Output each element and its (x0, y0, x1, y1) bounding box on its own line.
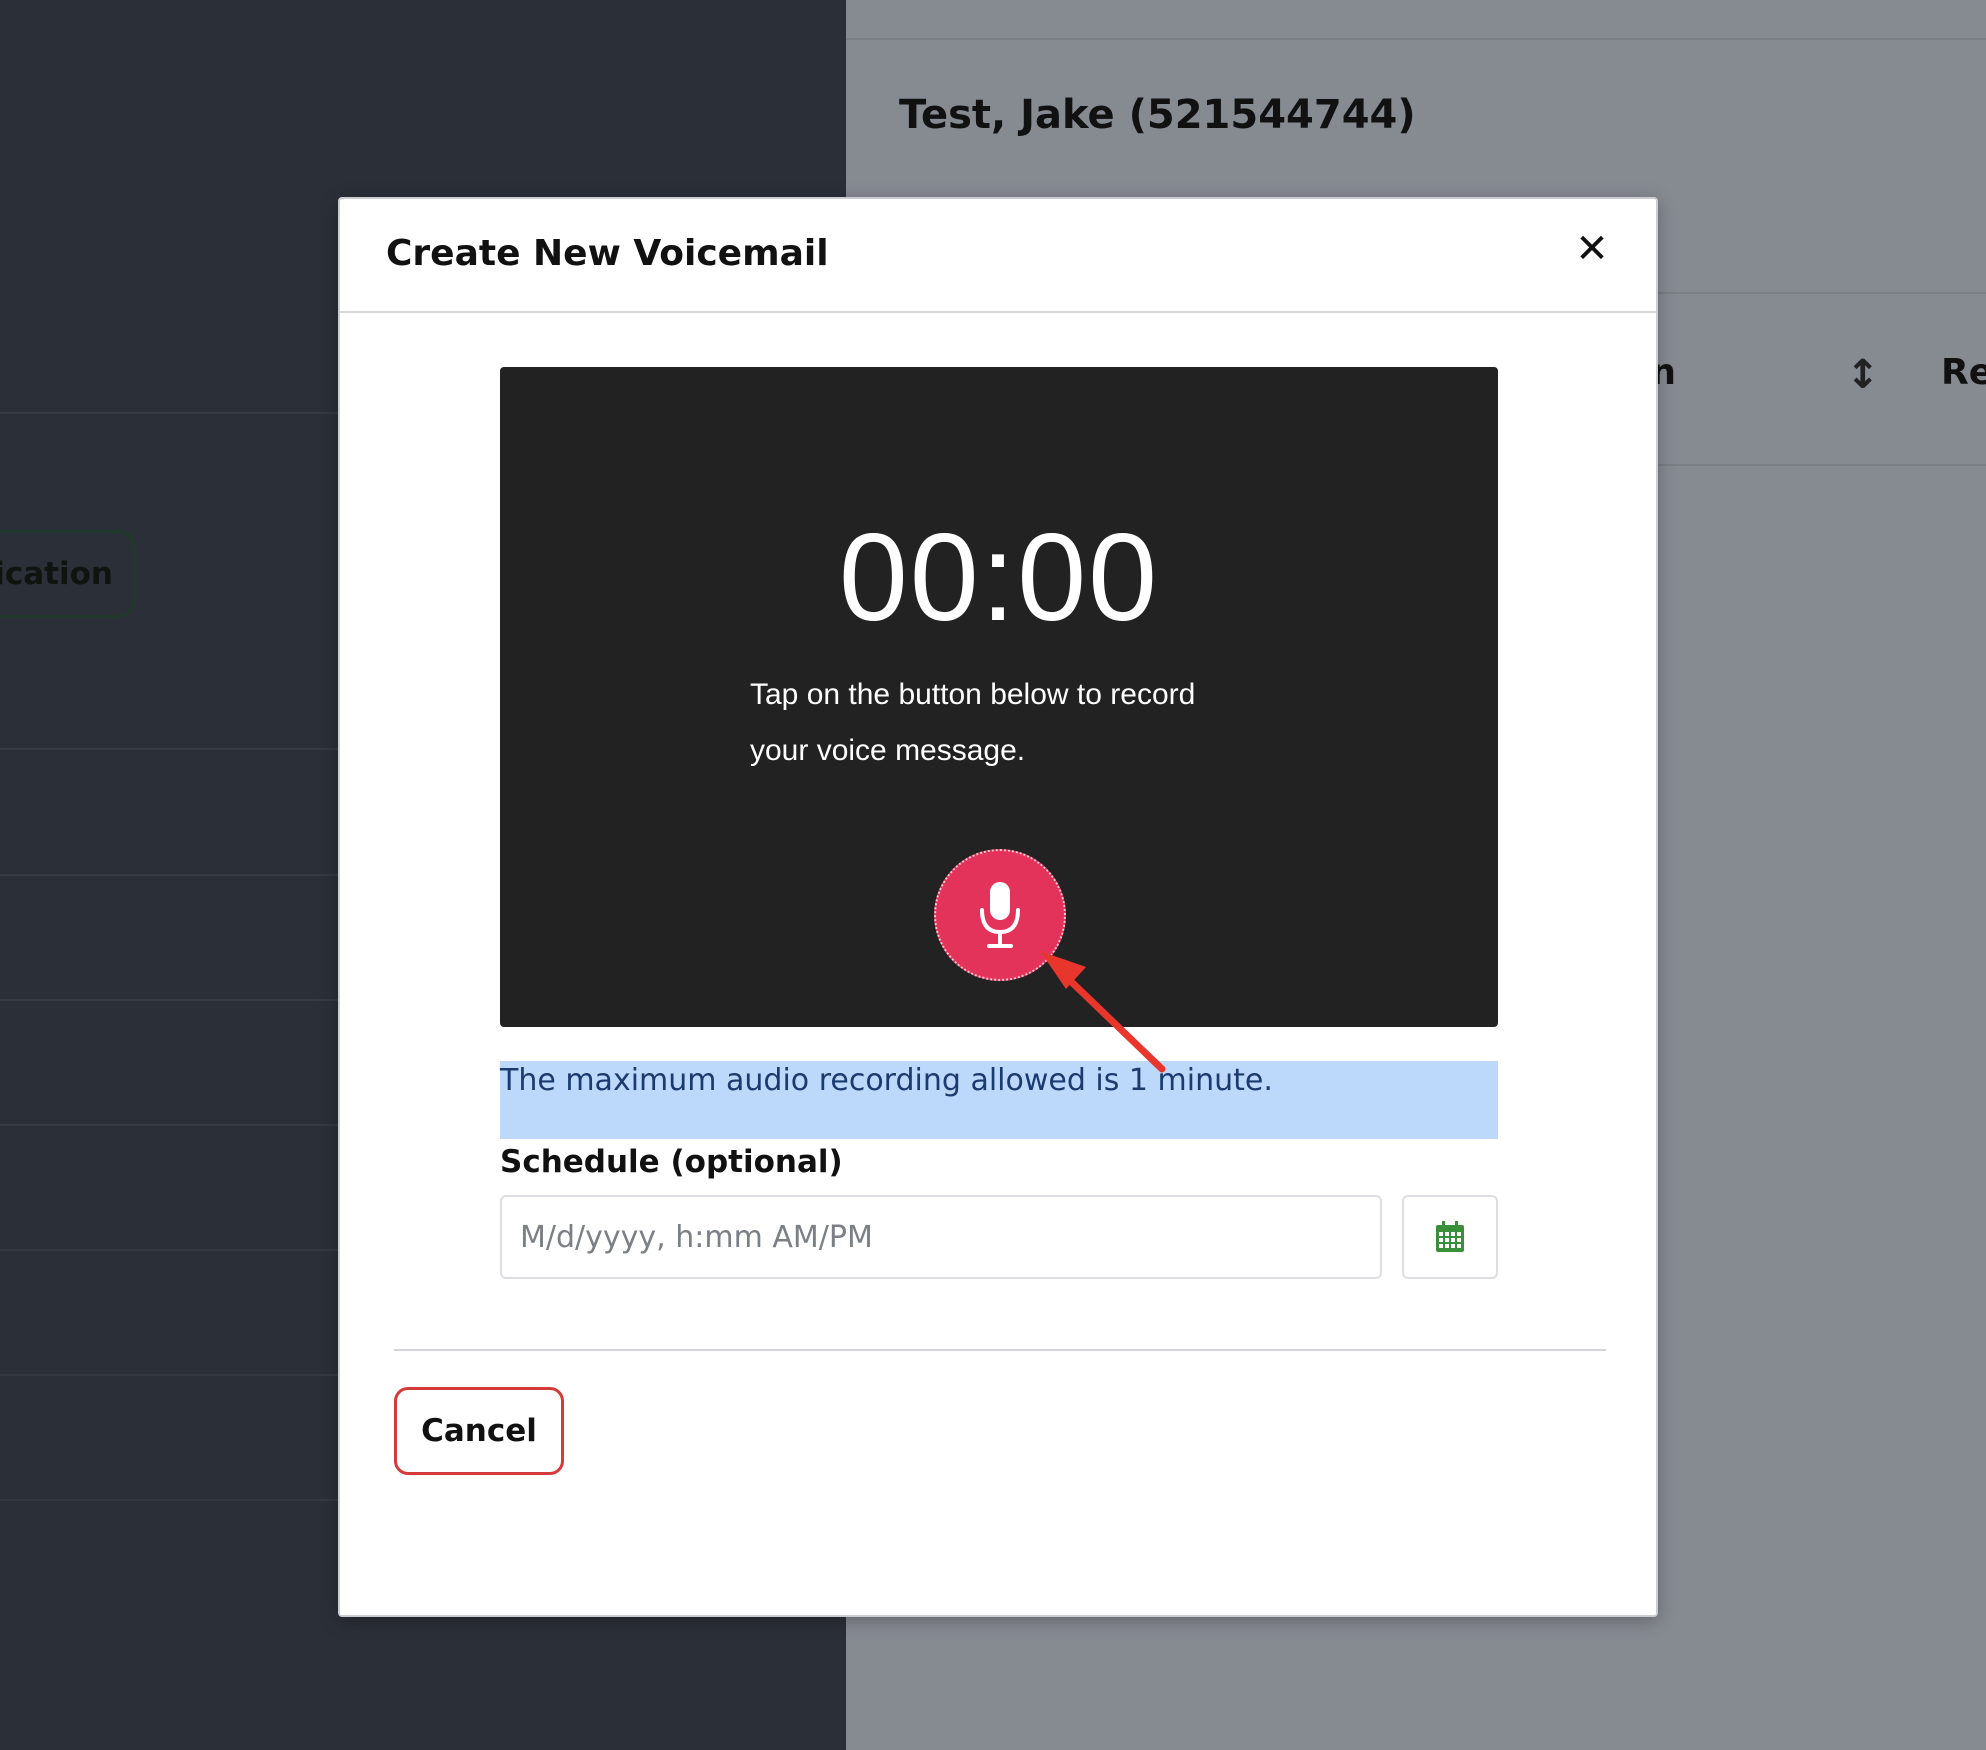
cancel-button[interactable]: Cancel (394, 1387, 564, 1475)
modal-header: Create New Voicemail ✕ (340, 199, 1656, 313)
patient-title: Test, Jake (521544744) (899, 92, 1416, 138)
create-voicemail-modal: Create New Voicemail ✕ 00:00 Tap on the … (338, 197, 1658, 1617)
instructions-line-2: your voice message. (750, 734, 1026, 767)
column-header-partial[interactable]: Re (1941, 352, 1986, 393)
calendar-button[interactable] (1402, 1195, 1498, 1279)
modal-title: Create New Voicemail (386, 233, 829, 274)
voice-recorder: 00:00 Tap on the button below to record … (500, 367, 1498, 1027)
calendar-icon (1436, 1221, 1464, 1252)
instructions-line-1: Tap on the button below to record (750, 678, 1196, 711)
divider (394, 1349, 1606, 1351)
max-recording-notice: The maximum audio recording allowed is 1… (500, 1061, 1498, 1139)
sort-vertical-icon[interactable]: ↕ (1846, 352, 1880, 398)
schedule-datetime-input[interactable] (500, 1195, 1382, 1279)
microphone-icon (980, 882, 1020, 948)
schedule-label: Schedule (optional) (500, 1144, 843, 1180)
notification-button[interactable]: Notification (0, 530, 136, 618)
divider (846, 38, 1986, 40)
recording-timer: 00:00 (838, 509, 1160, 647)
recorder-instructions: Tap on the button below to record your v… (750, 667, 1270, 779)
close-icon[interactable]: ✕ (1570, 227, 1614, 271)
notification-button-label: Notification (0, 556, 113, 592)
record-button[interactable] (934, 849, 1066, 981)
